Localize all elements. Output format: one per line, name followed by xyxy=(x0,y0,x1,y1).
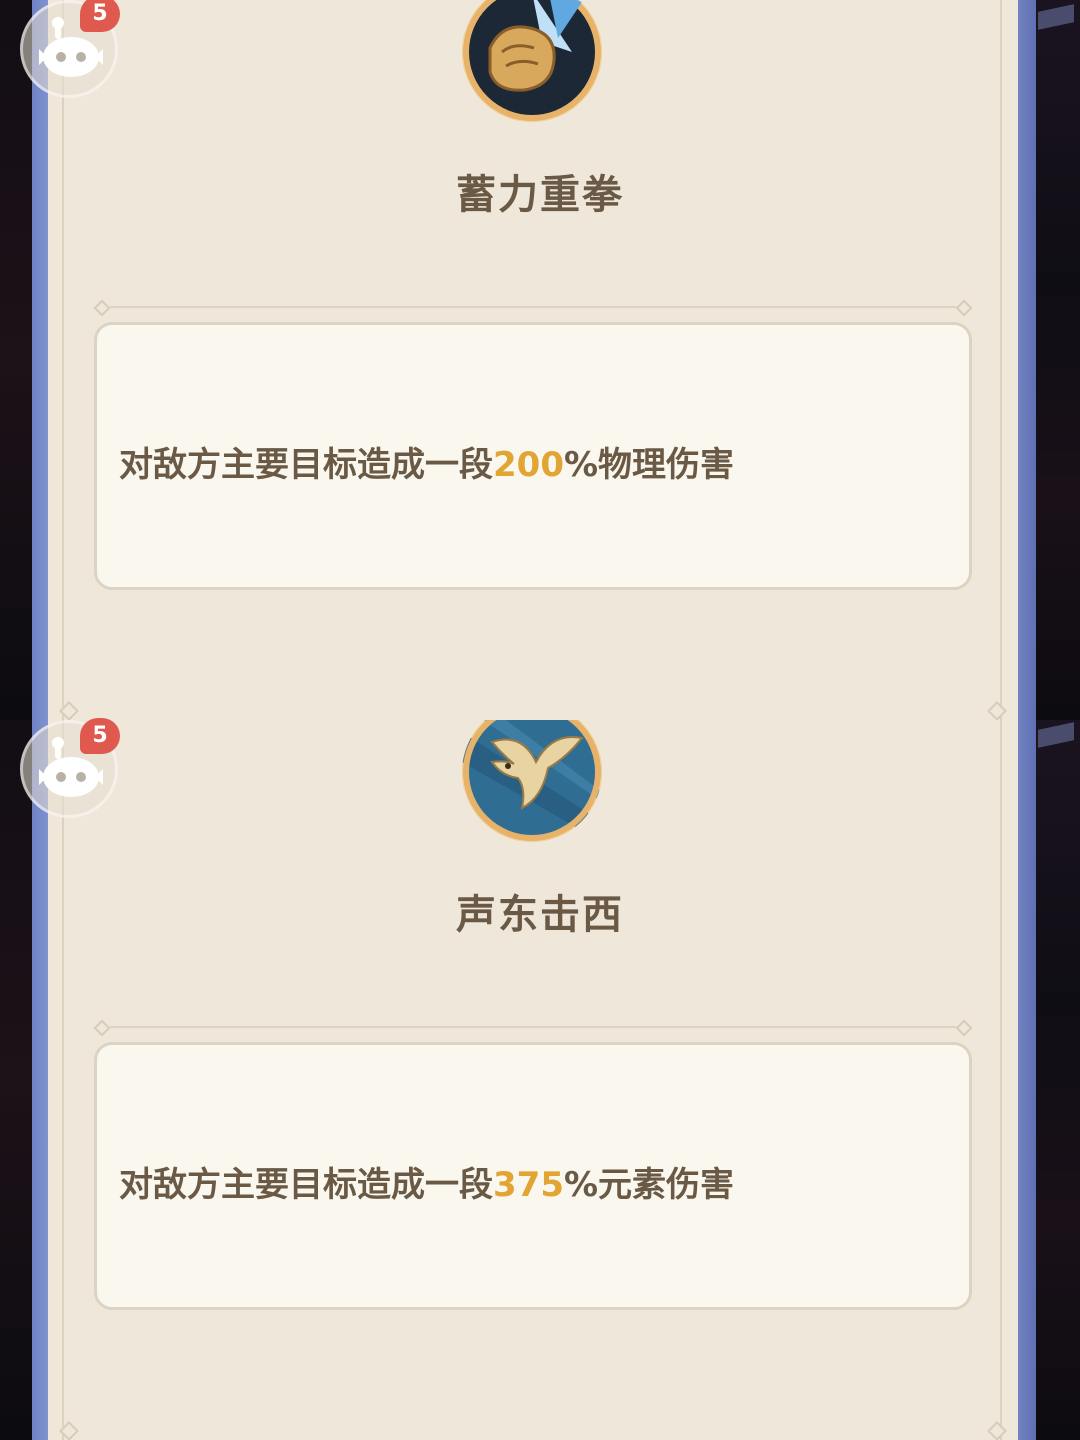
skill-description: 对敌方主要目标造成一段375%元素伤害 xyxy=(119,1157,734,1206)
description-prefix: 对敌方主要目标造成一段 xyxy=(119,445,493,485)
background-edge-left xyxy=(0,720,34,1440)
screenshot-stage: 蓄力重拳 对敌方主要目标造成一段200%物理伤害 5 声东击西 对敌方主要目标造… xyxy=(0,0,1080,1440)
description-suffix: %元素伤害 xyxy=(563,1165,735,1205)
skill-card-1: 蓄力重拳 对敌方主要目标造成一段200%物理伤害 5 xyxy=(0,0,1080,720)
skill-name: 声东击西 xyxy=(456,892,624,938)
robot-face-icon xyxy=(39,737,103,797)
background-edge-right xyxy=(1032,720,1080,1440)
description-value: 375 xyxy=(493,1165,564,1205)
skill-card-2: 声东击西 对敌方主要目标造成一段375%元素伤害 xyxy=(0,720,1080,1440)
description-prefix: 对敌方主要目标造成一段 xyxy=(119,1165,493,1205)
description-suffix: %物理伤害 xyxy=(563,445,735,485)
background-edge-left xyxy=(0,0,34,720)
skill-description: 对敌方主要目标造成一段200%物理伤害 xyxy=(119,437,734,486)
section-divider xyxy=(93,299,973,317)
description-value: 200 xyxy=(493,445,564,485)
skill-description-box: 对敌方主要目标造成一段200%物理伤害 xyxy=(94,322,972,590)
notification-badge: 5 xyxy=(80,0,120,32)
skill-name: 蓄力重拳 xyxy=(456,172,624,218)
background-edge-right xyxy=(1032,0,1080,720)
assistant-float-button[interactable] xyxy=(20,720,118,818)
skill-description-box: 对敌方主要目标造成一段375%元素伤害 xyxy=(94,1042,972,1310)
section-divider xyxy=(93,1019,973,1037)
